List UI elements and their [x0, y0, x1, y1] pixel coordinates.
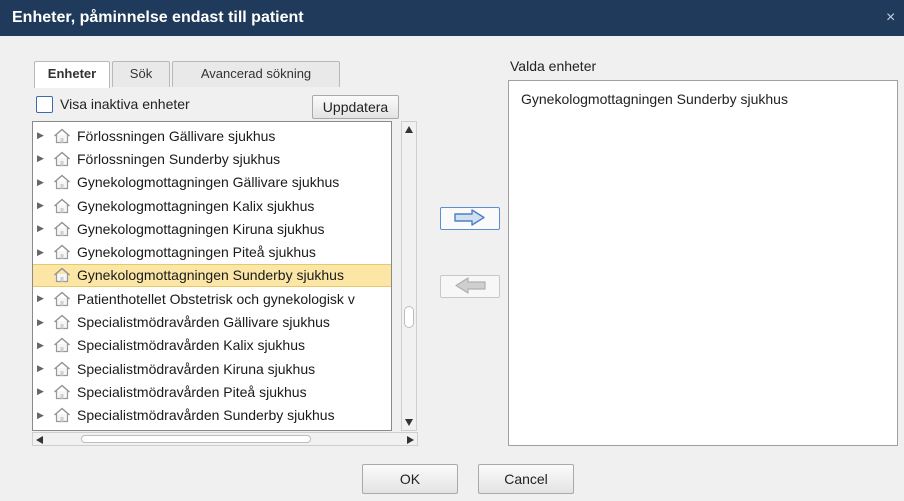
tree-item[interactable]: ▶ Specialistmödravården Kiruna sjukhus [33, 357, 391, 380]
tab-enheter[interactable]: Enheter [34, 61, 110, 88]
tree-horizontal-scrollbar[interactable] [32, 432, 418, 446]
selected-units-list: Gynekologmottagningen Sunderby sjukhus [508, 80, 898, 446]
show-inactive-label: Visa inaktiva enheter [60, 96, 190, 112]
tree-item[interactable]: ▶ Patienthotellet Obstetrisk och gynekolo… [33, 287, 391, 310]
tree-item-label: Gynekologmottagningen Piteå sjukhus [77, 244, 316, 261]
add-unit-button[interactable] [440, 207, 500, 230]
tree-item-label: Gynekologmottagningen Kiruna sjukhus [77, 220, 325, 237]
scroll-thumb[interactable] [404, 306, 414, 328]
house-icon [54, 174, 70, 190]
show-inactive-row[interactable]: Visa inaktiva enheter [36, 93, 190, 115]
house-icon [54, 268, 70, 283]
ok-button[interactable]: OK [362, 464, 458, 494]
tree-item[interactable]: ▶ Gynekologmottagningen Gällivare sjukhus [33, 171, 391, 194]
enheter-tab-panel: Visa inaktiva enheter Uppdatera ▶ Förloss… [32, 87, 418, 489]
tree-vertical-scrollbar[interactable] [401, 121, 417, 431]
tab-sok[interactable]: Sök [112, 61, 170, 87]
tab-label: Enheter [47, 66, 97, 81]
expand-icon[interactable]: ▶ [37, 410, 51, 421]
tree-item-label: Patienthotellet Obstetrisk och gynekolog… [77, 290, 355, 307]
tree-item-label: Gynekologmottagningen Gällivare sjukhus [77, 174, 340, 191]
tree-item[interactable]: ▶ Specialistmödravården Piteå sjukhus [33, 380, 391, 403]
house-icon [54, 337, 70, 353]
house-icon [54, 244, 70, 260]
scroll-right-icon[interactable] [407, 436, 414, 444]
tree-item-label: Specialistmödravården Sunderby sjukhus [77, 407, 335, 424]
dialog-window: Enheter, påminnelse endast till patient … [0, 0, 904, 501]
tree-item[interactable]: ▶ Gynekologmottagningen Kalix sjukhus [33, 194, 391, 217]
house-icon [54, 384, 70, 400]
house-icon [54, 151, 70, 167]
scroll-up-icon[interactable] [405, 126, 413, 133]
expand-icon[interactable]: ▶ [37, 363, 51, 374]
scroll-left-icon[interactable] [36, 436, 43, 444]
tree-item-label: Gynekologmottagningen Kalix sjukhus [77, 197, 315, 214]
house-icon [54, 128, 70, 143]
house-icon [54, 407, 70, 423]
remove-unit-button[interactable] [440, 275, 500, 298]
expand-icon[interactable]: ▶ [37, 153, 51, 164]
expand-icon[interactable]: ▶ [37, 247, 51, 258]
expand-icon[interactable]: ▶ [37, 340, 51, 351]
tree-item[interactable]: ▶ Specialistmödravården Sunderby sjukhus [33, 404, 391, 427]
tree-item[interactable]: ▶ Specialistmödravården Gällivare sjukhus [33, 310, 391, 333]
scroll-down-icon[interactable] [405, 419, 413, 426]
scroll-thumb[interactable] [81, 435, 311, 443]
cancel-button[interactable]: Cancel [478, 464, 574, 494]
dialog-titlebar: Enheter, påminnelse endast till patient [0, 0, 904, 36]
tree-item-label: Specialistmödravården Kalix sjukhus [77, 337, 305, 354]
tree-item-label: Gynekologmottagningen Sunderby sjukhus [77, 267, 344, 284]
house-icon [54, 291, 70, 306]
tree-item[interactable]: Gynekologmottagningen Sunderby sjukhus [33, 263, 391, 288]
tree-item[interactable]: ▶ Gynekologmottagningen Piteå sjukhus [33, 241, 391, 264]
tab-avancerad-sokning[interactable]: Avancerad sökning [172, 61, 340, 87]
tree-item-label: Specialistmödravården Piteå sjukhus [77, 383, 307, 400]
tree-item[interactable]: ▶ Förlossningen Sunderby sjukhus [33, 147, 391, 170]
dialog-title: Enheter, påminnelse endast till patient [12, 9, 304, 26]
expand-icon[interactable]: ▶ [37, 130, 51, 141]
close-icon[interactable]: × [886, 0, 900, 36]
expand-icon[interactable]: ▶ [37, 293, 51, 304]
expand-icon[interactable]: ▶ [37, 177, 51, 188]
tab-label: Avancerad sökning [200, 66, 312, 81]
tree-item[interactable]: ▶ Gynekologmottagningen Kiruna sjukhus [33, 217, 391, 240]
tree-item-label: Förlossningen Gällivare sjukhus [77, 127, 276, 144]
unit-tree: ▶ Förlossningen Gällivare sjukhus ▶ Förloss… [32, 121, 392, 431]
house-icon [54, 361, 70, 376]
arrow-left-icon [455, 276, 486, 294]
tree-item[interactable]: ▶ Specialistmödravården Kalix sjukhus [33, 334, 391, 357]
house-icon [54, 221, 70, 236]
expand-icon[interactable]: ▶ [37, 386, 51, 397]
dialog-body: Enheter Sök Avancerad sökning Visa inakt… [10, 36, 904, 501]
expand-icon[interactable]: ▶ [37, 223, 51, 234]
tree-item-label: Specialistmödravården Kiruna sjukhus [77, 360, 316, 377]
house-icon [54, 198, 70, 213]
show-inactive-checkbox[interactable] [36, 95, 53, 113]
arrow-right-icon [454, 208, 485, 226]
tab-label: Sök [129, 66, 153, 81]
expand-icon[interactable]: ▶ [37, 317, 51, 328]
expand-icon[interactable]: ▶ [37, 200, 51, 211]
house-icon [54, 314, 70, 330]
selected-units-label: Valda enheter [510, 58, 597, 74]
tree-item[interactable]: ▶ Förlossningen Gällivare sjukhus [33, 124, 391, 147]
refresh-button[interactable]: Uppdatera [312, 95, 399, 119]
tree-item-label: Förlossningen Sunderby sjukhus [77, 150, 281, 167]
selected-unit-item[interactable]: Gynekologmottagningen Sunderby sjukhus [521, 91, 788, 107]
tree-item-label: Specialistmödravården Gällivare sjukhus [77, 314, 330, 331]
